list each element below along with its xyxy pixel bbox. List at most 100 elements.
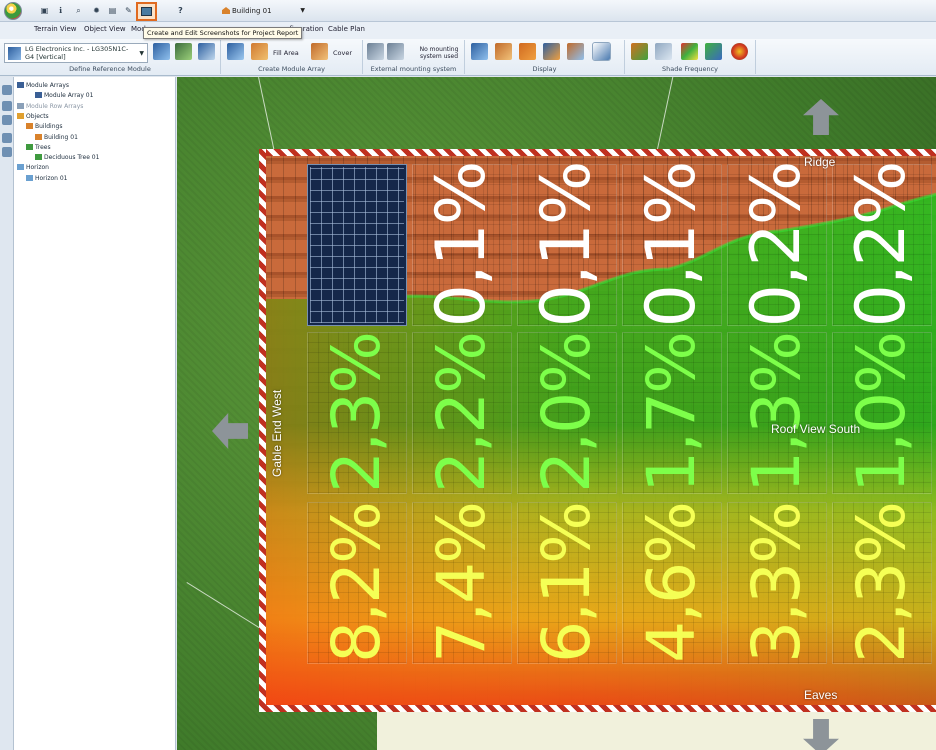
tree-view-icon[interactable]	[2, 147, 12, 157]
row-icon	[17, 102, 24, 109]
app-menu-button[interactable]	[4, 2, 22, 20]
roof-surface[interactable]: 0,1% 0,1% 0,1% 0,2% 0,2% 2,3% 2,2% 2,0% 1,7% 1,3%…	[259, 149, 936, 712]
tree-item[interactable]: Deciduous Tree 01	[35, 154, 99, 161]
shade-cell[interactable]: 2,3%	[307, 332, 407, 494]
tree-item[interactable]: Building 01	[35, 133, 78, 141]
settings-icon[interactable]: ✹	[90, 4, 103, 17]
screenshot-button[interactable]	[136, 2, 157, 21]
roof-viewport[interactable]: 0,1% 0,1% 0,1% 0,2% 0,2% 2,3% 2,2% 2,0% 1,7% 1,3%…	[177, 77, 936, 750]
shade-cell[interactable]: 0,1%	[412, 162, 512, 328]
shade-percent-icon[interactable]	[705, 43, 722, 60]
shade-cell[interactable]: 0,1%	[517, 162, 617, 328]
reference-module[interactable]	[307, 164, 407, 326]
properties-icon[interactable]	[2, 133, 12, 143]
horizon-icon	[17, 164, 24, 171]
shade-cell[interactable]: 0,1%	[622, 162, 722, 328]
mounting-icon[interactable]	[367, 43, 384, 60]
shade-percent: 2,3%	[843, 503, 920, 663]
edit-icon[interactable]: ✎	[122, 4, 135, 17]
roof-edge-gable	[259, 149, 266, 712]
shade-cell[interactable]: 0,2%	[832, 163, 932, 327]
shade-percent: 7,4%	[423, 503, 500, 663]
shade-legend-icon[interactable]	[731, 43, 748, 60]
module-database-icon[interactable]	[175, 43, 192, 60]
chevron-down-icon: ▼	[300, 7, 305, 14]
shade-percent: 8,2%	[318, 503, 395, 663]
search-icon[interactable]: ⌕	[72, 4, 85, 17]
cover-button[interactable]: Cover	[333, 49, 352, 57]
display-active-icon[interactable]	[592, 42, 611, 61]
tab-object-view[interactable]: Object View	[84, 25, 126, 33]
tree-item-label: Buildings	[35, 123, 63, 131]
display-modules-icon[interactable]	[471, 43, 488, 60]
calculator-icon[interactable]: ▤	[106, 4, 119, 17]
tree-item-label: Objects	[26, 112, 49, 120]
tree-item[interactable]: Buildings	[26, 123, 62, 130]
pan-up-arrow-icon[interactable]	[803, 99, 839, 135]
tab-terrain-view[interactable]: Terrain View	[34, 25, 77, 33]
module-select[interactable]: LG Electronics Inc. - LG305N1C-G4 [Verti…	[4, 43, 148, 63]
shade-cell[interactable]: 1,0%	[832, 332, 932, 494]
shade-heatmap-icon[interactable]	[681, 43, 698, 60]
shade-cell[interactable]: 6,1%	[517, 502, 617, 664]
building-select-value: Building 01	[232, 7, 272, 15]
new-icon[interactable]: ▣	[38, 4, 51, 17]
tree-item[interactable]: Horizon 01	[26, 174, 68, 182]
shade-cell[interactable]: 1,7%	[622, 332, 722, 494]
cover-icon[interactable]	[311, 43, 328, 60]
shade-percent: 0,1%	[422, 162, 501, 328]
gable-label: Gable End West	[270, 389, 284, 477]
tab-cable-plan[interactable]: Cable Plan	[328, 25, 365, 33]
pan-left-arrow-icon[interactable]	[212, 413, 248, 449]
layers-icon[interactable]	[2, 101, 12, 111]
mounting-flat-icon[interactable]	[387, 43, 404, 60]
info-icon[interactable]: ℹ	[54, 4, 67, 17]
shade-module-icon[interactable]	[655, 43, 672, 60]
tree-item[interactable]: Module Arrays	[17, 82, 69, 89]
tree-item-label: Horizon 01	[35, 174, 68, 182]
tree-item[interactable]: Objects	[17, 112, 49, 120]
tree-item[interactable]: Module Row Arrays	[17, 102, 83, 110]
shade-percent: 0,1%	[527, 162, 606, 328]
fill-area-icon[interactable]	[251, 43, 268, 60]
tree-item[interactable]: Horizon	[17, 164, 49, 171]
tree-item[interactable]: Trees	[26, 143, 51, 151]
shade-percent: 2,3%	[318, 333, 395, 493]
module-horizontal-icon[interactable]	[198, 43, 215, 60]
shade-cell[interactable]: 0,2%	[727, 163, 827, 327]
shade-cell[interactable]: 7,4%	[412, 502, 512, 664]
display-cables-icon[interactable]	[567, 43, 584, 60]
shade-percent: 0,1%	[632, 162, 711, 328]
shade-cell[interactable]: 2,2%	[412, 332, 512, 494]
no-mounting-text: No mounting system used	[419, 46, 459, 60]
display-mixed-icon[interactable]	[543, 43, 560, 60]
shade-roof-icon[interactable]	[631, 43, 648, 60]
building-select[interactable]: Building 01 ▼	[220, 4, 308, 18]
group-label-shade: Shade Frequency	[662, 65, 718, 73]
module-vertical-icon[interactable]	[153, 43, 170, 60]
shade-cell[interactable]: 3,3%	[727, 502, 827, 664]
tree-item[interactable]: Module Array 01	[35, 92, 93, 99]
shade-percent: 2,0%	[528, 333, 605, 493]
group-create-array: Fill Area Cover Create Module Array	[221, 40, 363, 74]
shade-percent: 1,3%	[738, 333, 815, 493]
fill-area-button[interactable]: Fill Area	[273, 49, 299, 57]
collapse-icon[interactable]	[2, 85, 12, 95]
shade-percent: 4,6%	[633, 503, 710, 663]
objects-icon[interactable]	[2, 115, 12, 125]
shade-cell[interactable]: 4,6%	[622, 502, 722, 664]
draw-array-icon[interactable]	[227, 43, 244, 60]
module-array: 0,1% 0,1% 0,1% 0,2% 0,2% 2,3% 2,2% 2,0% 1,7% 1,3%…	[307, 162, 936, 664]
shade-cell[interactable]: 2,3%	[832, 502, 932, 664]
help-button[interactable]: ?	[174, 4, 187, 17]
shade-percent: 1,0%	[843, 333, 920, 493]
display-roof-icon[interactable]	[495, 43, 512, 60]
shade-cell[interactable]: 8,2%	[307, 502, 407, 664]
folder-icon	[17, 112, 24, 119]
tree-item-label: Trees	[35, 143, 51, 151]
display-layout-icon[interactable]	[519, 43, 536, 60]
quick-access-toolbar: ▣ ℹ ⌕ ✹ ▤ ✎ ? Building 01 ▼	[0, 0, 936, 22]
shade-cell[interactable]: 2,0%	[517, 332, 617, 494]
group-label-create: Create Module Array	[258, 65, 325, 73]
shade-cell[interactable]: 1,3%	[727, 332, 827, 494]
